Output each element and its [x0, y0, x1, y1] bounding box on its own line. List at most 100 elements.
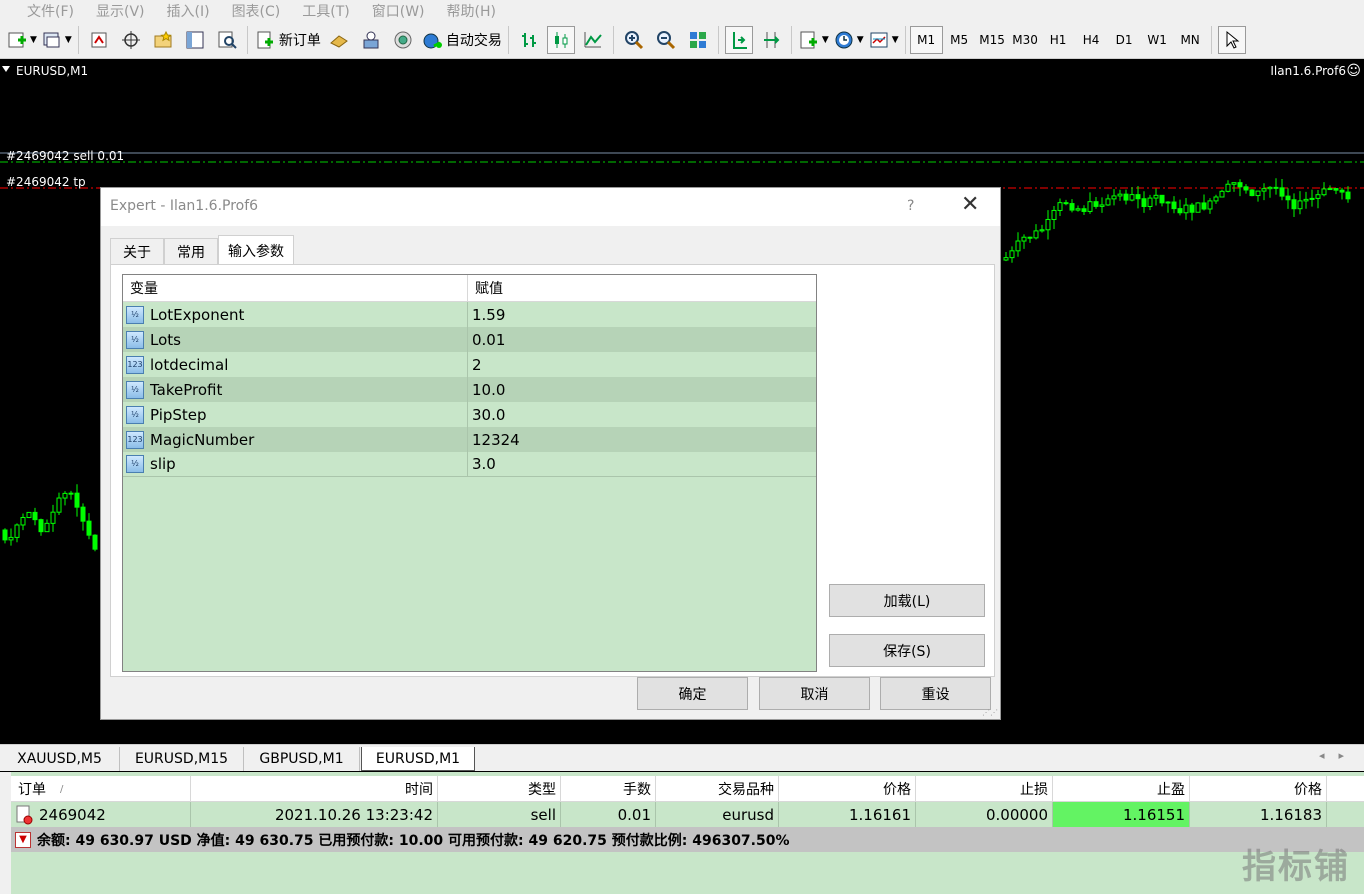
candle-body: [1123, 193, 1129, 201]
timeframe-mn[interactable]: MN: [1174, 26, 1207, 54]
strategy-tester-button[interactable]: [213, 26, 241, 54]
new-order-button[interactable]: 新订单: [254, 26, 321, 54]
column-variable[interactable]: 变量: [123, 275, 468, 301]
user-book-icon: [360, 29, 382, 51]
ok-button[interactable]: 确定: [637, 677, 748, 710]
auto-trading-button[interactable]: 自动交易: [421, 26, 502, 54]
chart-menu-arrow-icon[interactable]: [2, 66, 10, 72]
load-button[interactable]: 加载(L): [829, 584, 985, 617]
help-button[interactable]: ?: [907, 198, 914, 214]
integer-param-icon: 123: [126, 355, 144, 374]
auto-scroll-button[interactable]: [724, 25, 753, 54]
param-row[interactable]: ½ TakeProfit 10.0: [123, 377, 816, 402]
data-window-button[interactable]: [117, 26, 145, 54]
column-time[interactable]: 时间: [191, 776, 438, 802]
terminal-button[interactable]: [181, 26, 209, 54]
param-value[interactable]: 10.0: [468, 377, 505, 402]
double-param-icon: ½: [126, 455, 144, 473]
chart-tab-eurusd-m15[interactable]: EURUSD,M15: [120, 747, 244, 771]
column-value[interactable]: 赋值: [468, 275, 503, 301]
new-order-icon: [254, 29, 276, 51]
indicators-button[interactable]: ▼: [798, 26, 829, 54]
candlestick-button[interactable]: [546, 25, 575, 54]
column-type[interactable]: 类型: [438, 776, 561, 802]
profiles-button[interactable]: ▼: [41, 26, 72, 54]
order-row[interactable]: 2469042 2021.10.26 13:23:42 sell 0.01 eu…: [11, 802, 1364, 827]
param-value[interactable]: 1.59: [468, 302, 505, 327]
candle-body: [1261, 188, 1267, 192]
column-current-price[interactable]: 价格: [1190, 776, 1327, 802]
watermark: 指标铺: [1242, 847, 1350, 887]
menu-charts[interactable]: 图表(C): [232, 1, 281, 21]
save-button[interactable]: 保存(S): [829, 634, 985, 667]
column-ticket[interactable]: 订单 /: [11, 776, 191, 802]
timeframe-d1[interactable]: D1: [1108, 26, 1141, 54]
metaeditor-button[interactable]: [325, 26, 353, 54]
tab-scroll-arrows-icon[interactable]: ◂▸: [1319, 749, 1358, 762]
terminal-side-strip: [0, 772, 11, 894]
param-value[interactable]: 30.0: [468, 402, 505, 427]
cursor-button[interactable]: [1217, 25, 1246, 54]
timeframe-m30[interactable]: M30: [1009, 26, 1042, 54]
candle-body: [1321, 188, 1327, 196]
menu-file[interactable]: 文件(F): [27, 1, 74, 21]
navigator-button[interactable]: [149, 26, 177, 54]
line-chart-icon: [582, 29, 604, 51]
column-price[interactable]: 价格: [779, 776, 916, 802]
param-row[interactable]: ½ PipStep 30.0: [123, 402, 816, 427]
zoom-out-button[interactable]: [652, 26, 680, 54]
close-icon[interactable]: ✕: [961, 194, 979, 216]
timeframe-m15[interactable]: M15: [976, 26, 1009, 54]
chart-tab-eurusd-m1[interactable]: EURUSD,M1: [361, 747, 475, 771]
chart-tab-xauusd-m5[interactable]: XAUUSD,M5: [0, 747, 120, 771]
param-name: slip: [150, 455, 176, 473]
param-row[interactable]: ½ slip 3.0: [123, 452, 816, 477]
market-button[interactable]: [389, 26, 417, 54]
param-value[interactable]: 12324: [468, 427, 520, 452]
market-watch-button[interactable]: [85, 26, 113, 54]
candle-body: [1045, 218, 1051, 231]
tab-common[interactable]: 常用: [164, 238, 218, 264]
reset-button[interactable]: 重设: [880, 677, 991, 710]
bar-chart-button[interactable]: [515, 26, 543, 54]
column-lots[interactable]: 手数: [561, 776, 656, 802]
cancel-button[interactable]: 取消: [759, 677, 870, 710]
menu-window[interactable]: 窗口(W): [372, 1, 425, 21]
signals-button[interactable]: [357, 26, 385, 54]
column-tp[interactable]: 止盈: [1053, 776, 1190, 802]
dialog-titlebar[interactable]: Expert - Ilan1.6.Prof6 ? ✕: [101, 188, 1000, 226]
new-chart-button[interactable]: ▼: [6, 26, 37, 54]
column-sl[interactable]: 止损: [916, 776, 1053, 802]
param-value[interactable]: 3.0: [468, 452, 496, 476]
menu-insert[interactable]: 插入(I): [167, 1, 210, 21]
menu-view[interactable]: 显示(V): [96, 1, 145, 21]
candle-body: [1297, 200, 1303, 210]
smiley-icon[interactable]: ☺: [1346, 63, 1361, 79]
menu-tools[interactable]: 工具(T): [302, 1, 349, 21]
periods-button[interactable]: ▼: [833, 26, 864, 54]
param-row[interactable]: ½ LotExponent 1.59: [123, 302, 816, 327]
param-row[interactable]: ½ Lots 0.01: [123, 327, 816, 352]
menu-help[interactable]: 帮助(H): [447, 1, 496, 21]
timeframe-h4[interactable]: H4: [1075, 26, 1108, 54]
tab-about[interactable]: 关于: [110, 238, 164, 264]
param-value[interactable]: 0.01: [468, 327, 505, 352]
timeframe-h1[interactable]: H1: [1042, 26, 1075, 54]
resize-grip-icon[interactable]: ⋰⋰: [982, 708, 998, 717]
templates-button[interactable]: ▼: [868, 26, 899, 54]
chart-tab-gbpusd-m1[interactable]: GBPUSD,M1: [244, 747, 360, 771]
tile-windows-button[interactable]: [684, 26, 712, 54]
chart-shift-button[interactable]: [757, 26, 785, 54]
line-chart-button[interactable]: [579, 26, 607, 54]
column-symbol[interactable]: 交易品种: [656, 776, 779, 802]
param-value[interactable]: 2: [468, 352, 482, 377]
tab-inputs[interactable]: 输入参数: [218, 235, 294, 265]
order-current-price: 1.16183: [1190, 802, 1327, 827]
timeframe-m1[interactable]: M1: [909, 25, 943, 54]
timeframe-m5[interactable]: M5: [943, 26, 976, 54]
timeframe-w1[interactable]: W1: [1141, 26, 1174, 54]
zoom-in-button[interactable]: [620, 26, 648, 54]
param-row[interactable]: 123 lotdecimal 2: [123, 352, 816, 377]
candle-body: [32, 511, 38, 521]
param-row[interactable]: 123 MagicNumber 12324: [123, 427, 816, 452]
